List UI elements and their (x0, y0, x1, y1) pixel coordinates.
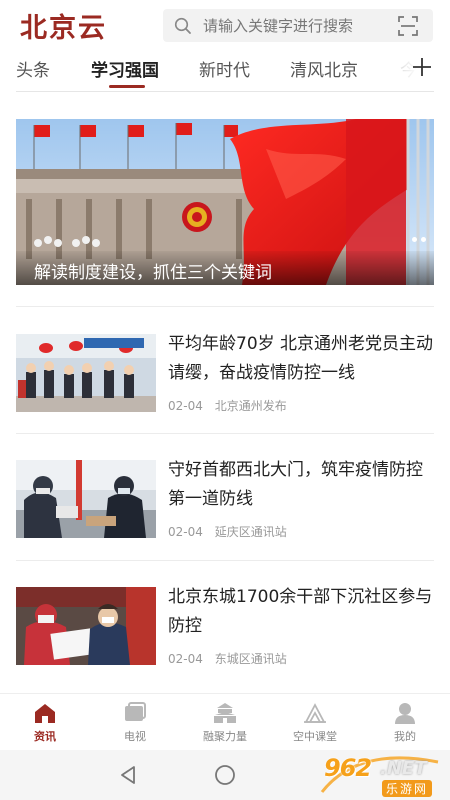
news-title: 北京东城1700余干部下沉社区参与防控 (168, 587, 433, 636)
user-icon (395, 703, 415, 724)
nav-air-classroom[interactable]: 空中课堂 (270, 694, 360, 751)
home-button-icon[interactable] (213, 763, 237, 787)
tab-qingfeng-beijing[interactable]: 清风北京 (290, 56, 358, 81)
news-thumbnail (16, 587, 156, 665)
news-thumbnail (16, 460, 156, 538)
news-item[interactable]: 平均年龄70岁 北京通州老党员主动请缨，奋战疫情防控一线 02-04 北京通州发… (16, 334, 434, 414)
banner-caption: 解读制度建设，抓住三个关键词 (34, 263, 272, 283)
featured-banner[interactable]: 解读制度建设，抓住三个关键词 (16, 119, 434, 285)
banner-pagination (412, 237, 432, 243)
scan-icon[interactable] (397, 15, 419, 37)
news-source: 东城区通讯站 (214, 652, 287, 666)
banner-dot (412, 237, 417, 242)
nav-label: 电视 (124, 730, 146, 743)
search-input[interactable] (203, 9, 393, 42)
news-source: 延庆区通讯站 (214, 525, 287, 539)
news-item[interactable]: 守好首都西北大门，筑牢疫情防控第一道防线 02-04 延庆区通讯站 (16, 460, 434, 540)
watermark-logo: 962 .NET 乐游网 (318, 752, 444, 798)
plus-icon (413, 58, 431, 76)
news-thumbnail (16, 334, 156, 412)
tv-icon (125, 702, 146, 721)
nav-label: 资讯 (34, 730, 56, 743)
watermark-net: .NET (380, 758, 427, 779)
active-tab-indicator (109, 85, 145, 88)
nav-ronju-liliang[interactable]: 融聚力量 (180, 694, 270, 751)
news-title: 守好首都西北大门，筑牢疫情防控第一道防线 (168, 460, 423, 509)
tab-xuexi-qiangguo[interactable]: 学习强国 (91, 56, 159, 81)
tab-new-era[interactable]: 新时代 (199, 56, 250, 81)
news-meta: 02-04 东城区通讯站 (168, 650, 287, 667)
home-icon (35, 704, 55, 723)
nav-tv[interactable]: 电视 (90, 694, 180, 751)
news-date: 02-04 (168, 652, 203, 666)
search-bar[interactable] (163, 9, 433, 42)
tab-headlines[interactable]: 头条 (16, 56, 50, 81)
news-date: 02-04 (168, 525, 203, 539)
search-icon (174, 17, 191, 34)
tabs-divider (16, 91, 434, 92)
news-item[interactable]: 北京东城1700余干部下沉社区参与防控 02-04 东城区通讯站 (16, 587, 434, 667)
watermark-site-name: 乐游网 (382, 780, 433, 797)
news-source: 北京通州发布 (214, 399, 287, 413)
news-date: 02-04 (168, 399, 203, 413)
app-logo: 北京云 (20, 13, 107, 44)
nav-news[interactable]: 资讯 (0, 694, 90, 751)
nav-label: 我的 (394, 730, 416, 743)
watermark-number: 962 (324, 754, 372, 782)
tiananmen-icon (214, 703, 236, 723)
bottom-navigation: 资讯 电视 融聚力量 空中课堂 我的 (0, 693, 450, 750)
add-tab-icon[interactable] (408, 53, 436, 81)
divider (16, 306, 434, 307)
nav-label: 融聚力量 (203, 730, 247, 743)
news-title: 平均年龄70岁 北京通州老党员主动请缨，奋战疫情防控一线 (168, 334, 434, 383)
nav-label: 空中课堂 (293, 730, 337, 743)
divider (16, 560, 434, 561)
news-meta: 02-04 北京通州发布 (168, 397, 287, 414)
channel-tabs: 头条 学习强国 新时代 清风北京 今 (0, 50, 450, 90)
banner-dot (421, 237, 426, 242)
news-meta: 02-04 延庆区通讯站 (168, 523, 287, 540)
app-header: 北京云 (0, 0, 450, 50)
classroom-icon (304, 703, 326, 723)
divider (16, 433, 434, 434)
nav-mine[interactable]: 我的 (360, 694, 450, 751)
back-icon[interactable] (116, 763, 140, 787)
